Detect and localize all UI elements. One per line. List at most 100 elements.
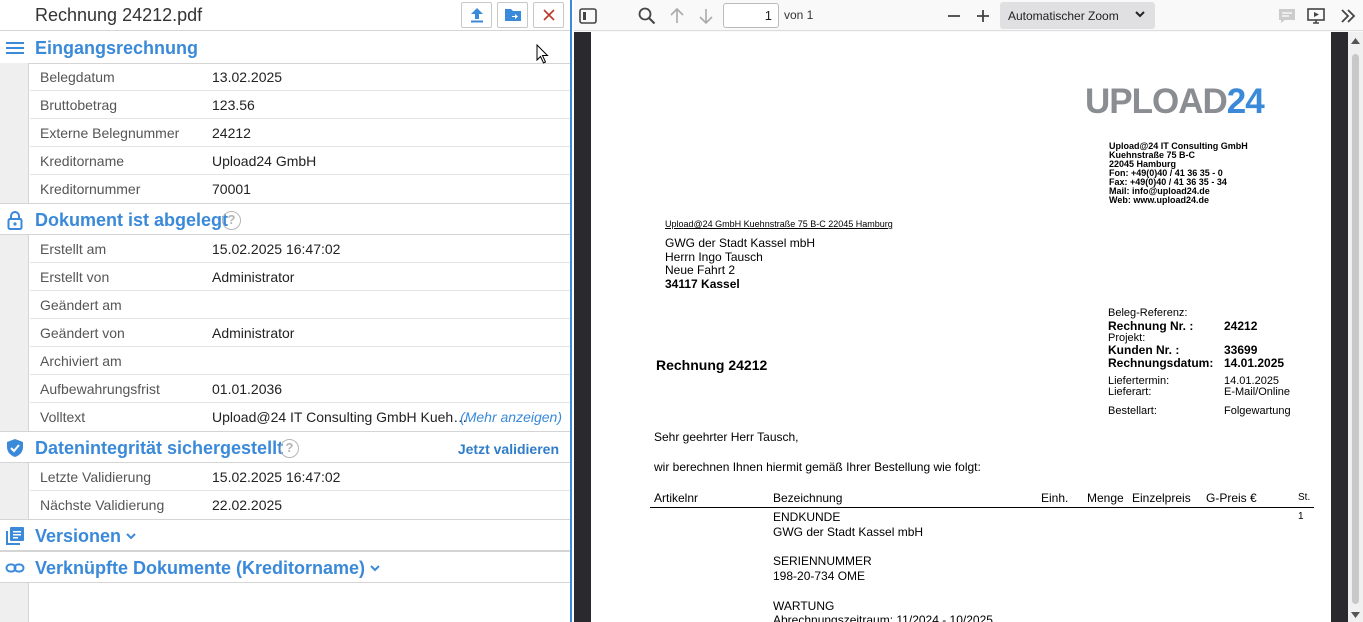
field-row: Geändert von Administrator <box>30 319 570 347</box>
return-address: Upload@24 GmbH Kuehnstraße 75 B-C 22045 … <box>665 219 893 229</box>
field-label: Kreditornummer <box>40 181 141 197</box>
shield-check-icon <box>7 439 23 457</box>
field-value: Administrator <box>212 325 295 341</box>
pdf-page: UPLOAD24 Upload@24 IT Consulting GmbH Ku… <box>591 32 1331 622</box>
field-value: Upload24 GmbH <box>212 153 317 169</box>
zoom-select[interactable]: Automatischer Zoom <box>1000 2 1155 29</box>
zoom-out-icon[interactable] <box>944 6 964 26</box>
line-item: GWG der Stadt Kassel mbH <box>773 525 924 539</box>
upload-button[interactable] <box>461 2 492 28</box>
field-value: 15.02.2025 16:47:02 <box>212 469 341 485</box>
invoice-title: Rechnung 24212 <box>656 357 768 373</box>
field-label: Externe Belegnummer <box>40 125 180 141</box>
col-unit: Einh. <box>1041 491 1069 505</box>
field-label: Aufbewahrungsfrist <box>40 381 160 397</box>
col-quantity: Menge <box>1087 491 1124 505</box>
meta-date-label: Rechnungsdatum: <box>1108 356 1214 370</box>
field-row: Kreditorname Upload24 GmbH <box>30 147 570 175</box>
line-item: WARTUNG <box>773 599 835 613</box>
field-label: Erstellt von <box>40 269 110 285</box>
close-button[interactable] <box>533 2 564 28</box>
logo-text: UPLOAD <box>1085 82 1228 121</box>
pdf-canvas[interactable]: UPLOAD24 Upload@24 IT Consulting GmbH Ku… <box>574 32 1348 622</box>
col-total-price: G-Preis € <box>1206 491 1257 505</box>
line-item-st: 1 <box>1298 511 1304 522</box>
scroll-down-icon[interactable] <box>1351 612 1360 618</box>
field-row: Kreditornummer 70001 <box>30 175 570 203</box>
logo-number: 24 <box>1226 82 1265 121</box>
recipient-line: GWG der Stadt Kassel mbH <box>665 236 816 250</box>
field-label: Nächste Validierung <box>40 497 165 513</box>
pdf-scrollbar[interactable] <box>1348 32 1363 622</box>
panel-titlebar: Rechnung 24212.pdf <box>0 0 570 31</box>
section-linked-header[interactable]: Verknüpfte Dokumente (Kreditorname) <box>0 551 570 583</box>
field-row: Erstellt am 15.02.2025 16:47:02 <box>30 235 570 263</box>
line-item: Abrechnungszeitraum: 11/2024 - 10/2025 <box>773 613 993 622</box>
field-value: 123.56 <box>212 97 255 113</box>
arrow-up-icon[interactable] <box>667 6 687 26</box>
field-label: Geändert von <box>40 325 125 341</box>
invoice-meta: Beleg-Referenz: <box>1108 307 1188 319</box>
meta-ref: Beleg-Referenz: <box>1108 307 1188 319</box>
scroll-up-icon[interactable] <box>1351 38 1360 44</box>
intro-text: wir berechnen Ihnen hiermit gemäß Ihrer … <box>654 460 981 474</box>
folder-arrow-icon <box>504 9 521 21</box>
search-icon[interactable] <box>637 6 657 26</box>
field-value: 24212 <box>212 125 251 141</box>
recipient-line: Neue Fahrt 2 <box>665 263 736 277</box>
field-label: Erstellt am <box>40 241 107 257</box>
versions-icon <box>6 527 24 545</box>
section-versions-header[interactable]: Versionen <box>0 519 570 551</box>
field-row: Letzte Validierung 15.02.2025 16:47:02 <box>30 463 570 491</box>
section-invoice-header[interactable]: Eingangsrechnung <box>0 32 570 64</box>
meta-invoice-value: 24212 <box>1224 319 1258 333</box>
validate-now-button[interactable]: Jetzt validieren <box>458 441 559 457</box>
chevron-down-icon <box>126 533 136 540</box>
section-archived-header[interactable]: Dokument ist abgelegt ? <box>0 203 570 235</box>
field-label: Belegdatum <box>40 69 115 85</box>
col-st: St. <box>1298 492 1311 503</box>
arrow-down-icon[interactable] <box>696 6 716 26</box>
upload-icon <box>470 8 483 23</box>
field-label: Geändert am <box>40 297 122 313</box>
page-total: von 1 <box>784 8 814 22</box>
presentation-icon[interactable] <box>1306 6 1326 26</box>
page-number-input[interactable]: 1 <box>723 3 779 28</box>
versions-title-text: Versionen <box>35 526 122 546</box>
field-value: 15.02.2025 16:47:02 <box>212 241 341 257</box>
field-value: 13.02.2025 <box>212 69 283 85</box>
scrollbar-thumb[interactable] <box>1352 54 1359 604</box>
sender-line: Web: www.upload24.de <box>1109 195 1210 205</box>
link-icon <box>5 563 25 573</box>
section-gutter <box>0 235 29 431</box>
field-row: Archiviert am <box>30 347 570 375</box>
field-row: Externe Belegnummer 24212 <box>30 119 570 147</box>
field-row: Geändert am <box>30 291 570 319</box>
field-row: Volltext Upload@24 IT Consulting GmbH Kue… <box>30 403 570 431</box>
section-archived-title: Dokument ist abgelegt <box>35 210 229 230</box>
zoom-in-icon[interactable] <box>973 6 993 26</box>
double-chevron-right-icon[interactable] <box>1338 6 1358 26</box>
section-gutter <box>0 63 29 203</box>
document-filename: Rechnung 24212.pdf <box>35 5 203 25</box>
field-value: Administrator <box>212 269 295 285</box>
field-label: Letzte Validierung <box>40 469 152 485</box>
comment-icon[interactable] <box>1277 6 1297 26</box>
pdf-toolbar: 1 von 1 Automatischer Zoom <box>574 0 1363 31</box>
list-icon <box>6 42 24 54</box>
help-icon[interactable]: ? <box>222 211 241 230</box>
meta-type-label: Lieferart: <box>1108 386 1152 398</box>
show-more-link[interactable]: (Mehr anzeigen) <box>460 409 562 425</box>
sidebar-toggle-icon[interactable] <box>578 6 598 26</box>
help-icon[interactable]: ? <box>280 439 299 458</box>
field-label: Bruttobetrag <box>40 97 118 113</box>
section-integrity-header[interactable]: Datenintegrität sichergestellt ? Jetzt v… <box>0 431 570 463</box>
line-item: ENDKUNDE <box>773 510 841 524</box>
meta-type-value: E-Mail/Online <box>1224 386 1291 398</box>
meta-order-label: Bestellart: <box>1108 405 1157 417</box>
move-to-folder-button[interactable] <box>497 2 528 28</box>
chevron-down-icon <box>1135 11 1145 18</box>
field-label: Archiviert am <box>40 353 122 369</box>
salutation: Sehr geehrter Herr Tausch, <box>654 430 799 444</box>
meta-date-value: 14.01.2025 <box>1224 356 1285 370</box>
